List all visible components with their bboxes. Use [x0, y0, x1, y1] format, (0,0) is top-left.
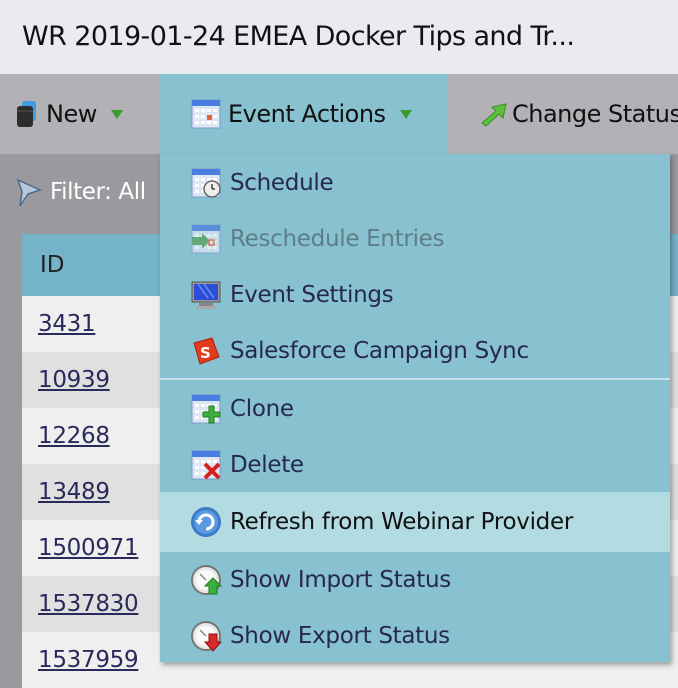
calendar-arrow-icon: [191, 224, 221, 254]
id-link[interactable]: 12268: [38, 423, 110, 449]
filter-icon: [16, 178, 43, 207]
calendar-icon: [191, 99, 221, 129]
filter-label: Filter: All: [50, 179, 146, 205]
new-button[interactable]: New: [14, 74, 123, 154]
salesforce-icon: S: [193, 337, 220, 365]
id-link[interactable]: 10939: [38, 367, 110, 393]
event-actions-button[interactable]: Event Actions: [160, 74, 448, 154]
chevron-down-icon: [110, 109, 123, 119]
menu-item-label: Schedule: [230, 170, 334, 196]
monitor-icon: [191, 281, 221, 309]
menu-item-refresh-from-webinar-provider[interactable]: Refresh from Webinar Provider: [160, 492, 670, 552]
event-actions-label: Event Actions: [228, 100, 386, 128]
menu-item-clone[interactable]: Clone: [160, 381, 670, 437]
change-status-label: Change Status: [512, 100, 678, 128]
menu-item-label: Refresh from Webinar Provider: [230, 509, 573, 535]
menu-separator: [160, 378, 670, 380]
menu-item-show-import-status[interactable]: Show Import Status: [160, 552, 670, 608]
new-icon: [17, 101, 36, 127]
menu-item-label: Event Settings: [230, 282, 394, 308]
menu-item-label: Salesforce Campaign Sync: [230, 338, 529, 364]
id-link[interactable]: 13489: [38, 479, 110, 505]
window-title: WR 2019-01-24 EMEA Docker Tips and Tr...: [0, 0, 678, 74]
arrow-up-right-icon: [481, 103, 507, 127]
import-status-icon: [191, 565, 222, 595]
chevron-down-icon: [399, 109, 412, 119]
id-link[interactable]: 1537830: [38, 591, 139, 617]
toolbar: New Event Actions Change Status: [0, 74, 678, 154]
menu-item-label: Show Import Status: [230, 567, 451, 593]
menu-item-salesforce-campaign-sync[interactable]: S Salesforce Campaign Sync: [160, 323, 670, 379]
menu-item-label: Delete: [230, 452, 304, 478]
menu-item-label: Reschedule Entries: [230, 226, 445, 252]
calendar-clock-icon: [191, 168, 221, 198]
event-actions-menu: Schedule Reschedule Entries Event Settin…: [160, 154, 670, 662]
id-link[interactable]: 1500971: [38, 535, 139, 561]
calendar-delete-icon: [191, 450, 221, 480]
new-label: New: [46, 100, 97, 128]
export-status-icon: [191, 621, 222, 652]
change-status-button[interactable]: Change Status: [478, 74, 678, 154]
menu-item-reschedule-entries: Reschedule Entries: [160, 211, 670, 267]
id-link[interactable]: 1537959: [38, 647, 139, 673]
menu-item-schedule[interactable]: Schedule: [160, 155, 670, 211]
calendar-plus-icon: [191, 394, 221, 424]
menu-item-delete[interactable]: Delete: [160, 437, 670, 493]
menu-item-show-export-status[interactable]: Show Export Status: [160, 608, 670, 664]
filter-button[interactable]: Filter: All: [14, 176, 146, 208]
id-link[interactable]: 3431: [38, 311, 96, 337]
menu-item-label: Show Export Status: [230, 623, 450, 649]
menu-item-event-settings[interactable]: Event Settings: [160, 267, 670, 323]
menu-item-label: Clone: [230, 396, 294, 422]
svg-text:S: S: [200, 344, 211, 362]
refresh-icon: [191, 507, 221, 537]
